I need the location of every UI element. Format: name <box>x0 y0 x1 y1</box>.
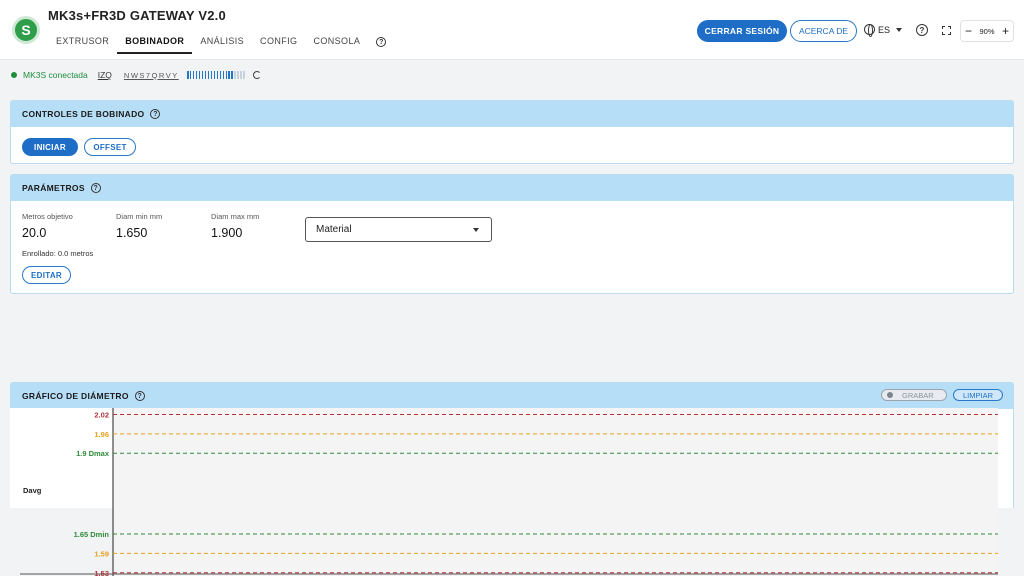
reference-line-label: 1.53 <box>94 569 109 576</box>
help-icon[interactable]: ? <box>916 24 928 36</box>
chart-help-icon[interactable]: ? <box>134 391 145 401</box>
diam-min: Diam min mm 1.650 <box>116 212 162 240</box>
parameters-title: PARÁMETROS <box>22 183 85 193</box>
signal-bar <box>222 71 225 79</box>
tab-analisis[interactable]: ANÁLISIS <box>192 30 252 54</box>
plot-area <box>113 408 998 576</box>
diameter-chart-header: GRÁFICO DE DIÁMETRO ? <box>11 383 1013 409</box>
main-tabs: EXTRUSOR BOBINADOR ANÁLISIS CONFIG CONSO… <box>48 30 387 54</box>
zoom-in-button[interactable]: + <box>1002 24 1009 38</box>
reference-line-label: 2.02 <box>94 410 109 419</box>
diameter-chart-title: GRÁFICO DE DIÁMETRO <box>22 391 129 401</box>
connection-status-bar: MK3S conectada IZQ NWS7QRVY <box>0 62 1024 88</box>
device-serial[interactable]: NWS7QRVY <box>124 71 179 80</box>
about-button[interactable]: ACERCA DE <box>790 20 857 42</box>
signal-bar <box>201 71 204 79</box>
reference-line-label: 1.9 Dmax <box>76 449 110 458</box>
signal-meter <box>186 71 246 79</box>
signal-bar <box>195 71 198 79</box>
app-title: MK3s+FR3D GATEWAY V2.0 <box>48 8 226 23</box>
signal-bar <box>192 71 195 79</box>
signal-bar <box>228 71 231 79</box>
app-logo-icon: S <box>12 16 40 44</box>
signal-bar <box>231 71 234 79</box>
signal-bar <box>204 71 207 79</box>
globe-icon <box>864 24 875 37</box>
zoom-out-button[interactable]: − <box>965 24 972 38</box>
reference-line-label: 1.96 <box>94 430 109 439</box>
winding-controls-card: CONTROLES DE BOBINADO ? INICIAR OFFSET <box>10 100 1014 164</box>
signal-bar <box>189 71 192 79</box>
tab-extrusor[interactable]: EXTRUSOR <box>48 30 117 54</box>
tabs-help-icon[interactable]: ? <box>376 37 387 47</box>
signal-bar <box>234 71 237 79</box>
signal-bar <box>219 71 222 79</box>
signal-bar <box>186 71 189 79</box>
target-meters: Metros objetivo 20.0 <box>22 212 73 240</box>
signal-bar <box>243 71 246 79</box>
signal-bar <box>225 71 228 79</box>
signal-bar <box>210 71 213 79</box>
clear-button[interactable]: LIMPIAR <box>953 389 1003 401</box>
signal-bar <box>207 71 210 79</box>
signal-bar <box>237 71 240 79</box>
chart-toolbar: GRABAR LIMPIAR <box>881 389 1003 401</box>
zoom-level: 90% <box>979 26 995 36</box>
diam-min-value: 1.650 <box>116 226 148 240</box>
material-select-label: Material <box>316 224 352 235</box>
edit-button[interactable]: EDITAR <box>22 266 71 284</box>
winding-controls-header: CONTROLES DE BOBINADO ? <box>11 101 1013 127</box>
app-header: S MK3s+FR3D GATEWAY V2.0 EXTRUSOR BOBINA… <box>0 0 1024 60</box>
material-select[interactable]: Material <box>305 217 492 242</box>
winding-help-icon[interactable]: ? <box>150 109 161 119</box>
chevron-down-icon <box>473 228 479 232</box>
language-code: ES <box>878 24 891 35</box>
diam-max: Diam max mm 1.900 <box>211 212 259 240</box>
record-toggle[interactable]: GRABAR <box>881 389 947 401</box>
rolled-meters: Enrollado: 0.0 metros <box>22 249 94 258</box>
target-meters-label: Metros objetivo <box>22 212 73 221</box>
toggle-knob-icon <box>887 392 893 398</box>
tab-consola[interactable]: CONSOLA <box>305 30 368 54</box>
diam-min-label: Diam min mm <box>116 212 163 221</box>
tab-bobinador[interactable]: BOBINADOR <box>117 30 193 54</box>
zoom-control: − 90% + <box>960 20 1014 42</box>
refresh-icon[interactable] <box>253 71 262 79</box>
signal-bar <box>216 71 219 79</box>
signal-bar <box>213 71 216 79</box>
parameters-header: PARÁMETROS ? <box>11 175 1013 201</box>
logout-button[interactable]: CERRAR SESIÓN <box>697 20 787 42</box>
chevron-down-icon <box>896 27 903 32</box>
side-link[interactable]: IZQ <box>98 70 112 80</box>
tab-config[interactable]: CONFIG <box>252 30 305 54</box>
language-selector[interactable]: ES <box>864 24 903 37</box>
y-axis-label: Davg <box>23 486 42 495</box>
fullscreen-icon[interactable] <box>942 26 951 35</box>
parameters-card: PARÁMETROS ? Metros objetivo 20.0 Diam m… <box>10 174 1014 294</box>
reference-line-label: 1.65 Dmin <box>74 530 110 539</box>
target-meters-value: 20.0 <box>22 226 47 240</box>
signal-bar <box>198 71 201 79</box>
connected-dot-icon <box>11 72 17 78</box>
record-label: GRABAR <box>902 390 934 400</box>
offset-button[interactable]: OFFSET <box>84 138 136 156</box>
signal-bar <box>240 71 243 79</box>
diameter-chart: 2.02 1.96 1.9 Dmax 1.65 Dmin 1.59 1.53 Davg <box>0 408 1024 576</box>
start-button[interactable]: INICIAR <box>22 138 78 156</box>
winding-controls-title: CONTROLES DE BOBINADO <box>22 109 145 119</box>
diam-max-label: Diam max mm <box>211 212 260 221</box>
connection-status: MK3S conectada <box>23 70 88 80</box>
parameters-help-icon[interactable]: ? <box>90 183 101 193</box>
reference-line-label: 1.59 <box>94 549 109 558</box>
diam-max-value: 1.900 <box>211 226 243 240</box>
